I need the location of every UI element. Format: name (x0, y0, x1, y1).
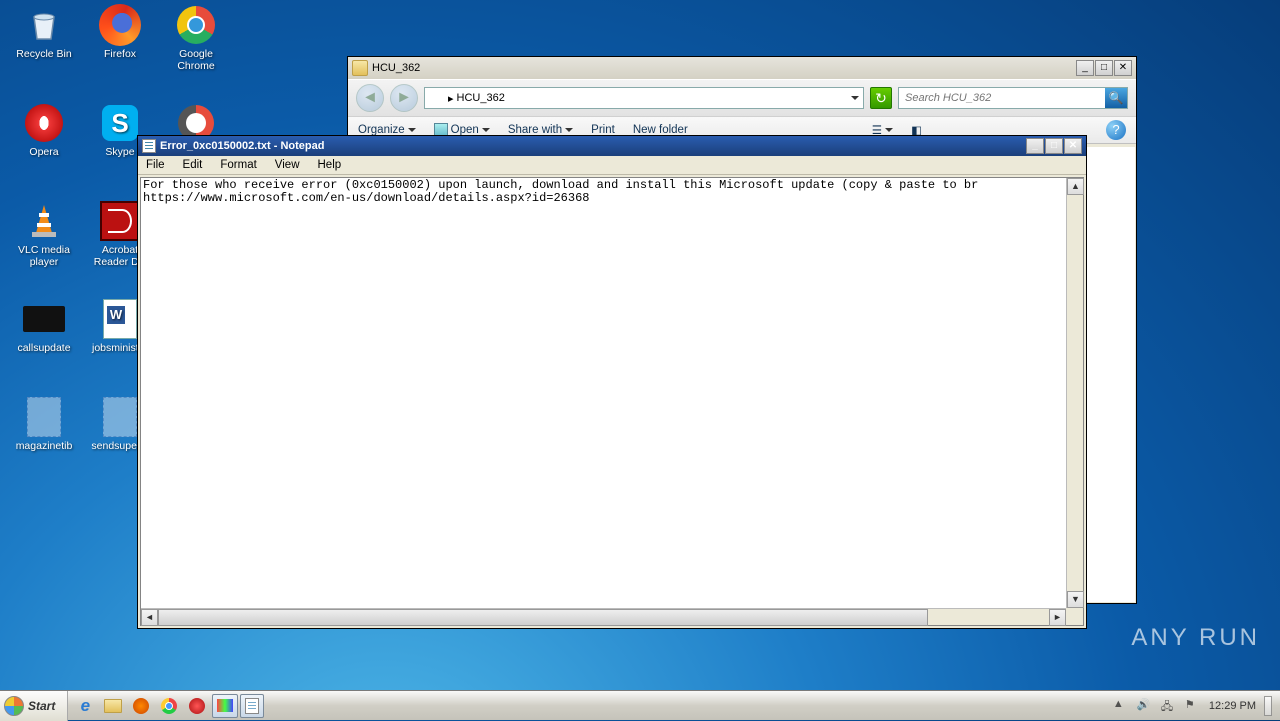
vertical-scrollbar[interactable]: ▲ ▼ (1066, 178, 1083, 608)
menu-file[interactable]: File (142, 159, 169, 171)
maximize-button[interactable]: □ (1095, 60, 1113, 76)
blank-icon (23, 396, 65, 438)
scroll-left-icon[interactable]: ◄ (141, 609, 158, 626)
scroll-right-icon[interactable]: ► (1049, 609, 1066, 626)
task-explorer[interactable] (212, 694, 238, 718)
explorer-icon[interactable] (100, 694, 126, 718)
chevron-up-icon[interactable]: ▲ (1113, 698, 1129, 714)
network-icon[interactable]: 🖧 (1161, 698, 1177, 714)
address-bar[interactable]: ▸ HCU_362 (424, 87, 864, 109)
show-desktop-button[interactable] (1264, 696, 1272, 716)
bat-icon (23, 298, 65, 340)
close-button[interactable]: ✕ (1114, 60, 1132, 76)
desktop-icon-vlc-media-player[interactable]: VLC media player (12, 200, 76, 286)
acrobat-icon (99, 200, 141, 242)
explorer-title: HCU_362 (372, 62, 420, 74)
desktop-icon-google-chrome[interactable]: Google Chrome (164, 4, 228, 90)
watermark: ANY RUN (1131, 624, 1260, 652)
chrome-icon[interactable] (156, 694, 182, 718)
ie-icon[interactable]: e (72, 694, 98, 718)
firefox-icon (99, 4, 141, 46)
scroll-thumb[interactable] (158, 609, 928, 626)
folder-icon (429, 91, 445, 105)
address-dropdown-icon[interactable] (851, 96, 859, 100)
horizontal-scrollbar[interactable]: ◄ ► (141, 608, 1066, 625)
skype-icon: S (99, 102, 141, 144)
folder-icon (352, 60, 368, 76)
desktop-icon-opera[interactable]: Opera (12, 102, 76, 188)
notepad-window[interactable]: Error_0xc0150002.txt - Notepad _ □ ✕ Fil… (137, 135, 1087, 629)
menu-format[interactable]: Format (216, 159, 260, 171)
flag-icon[interactable]: ⚑ (1185, 698, 1201, 714)
refresh-button[interactable]: ↻ (870, 87, 892, 109)
help-button[interactable]: ? (1106, 120, 1126, 140)
notepad-textarea[interactable]: For those who receive error (0xc0150002)… (140, 177, 1084, 626)
taskbar: Start e ▲ 🔊 🖧 ⚑ 12:29 PM (0, 690, 1280, 720)
address-path: HCU_362 (457, 92, 505, 104)
word-icon: W (99, 298, 141, 340)
task-notepad[interactable] (240, 694, 264, 718)
explorer-navbar: ◄ ► ▸ HCU_362 ↻ 🔍 (348, 79, 1136, 116)
volume-icon[interactable]: 🔊 (1137, 698, 1153, 714)
maximize-button[interactable]: □ (1045, 138, 1063, 154)
notepad-icon (142, 139, 156, 153)
explorer-titlebar[interactable]: HCU_362 _ □ ✕ (348, 57, 1136, 79)
chrome-icon (175, 4, 217, 46)
minimize-button[interactable]: _ (1026, 138, 1044, 154)
blank-icon (99, 396, 141, 438)
desktop-icon-firefox[interactable]: Firefox (88, 4, 152, 90)
desktop-icon-label: callsupdate (17, 343, 70, 355)
scroll-down-icon[interactable]: ▼ (1067, 591, 1084, 608)
scroll-up-icon[interactable]: ▲ (1067, 178, 1084, 195)
menu-edit[interactable]: Edit (179, 159, 207, 171)
vlc-icon (23, 200, 65, 242)
menu-view[interactable]: View (271, 159, 304, 171)
desktop-icon-label: VLC media player (12, 245, 76, 268)
desktop-icon-label: Recycle Bin (16, 49, 71, 61)
system-tray: ▲ 🔊 🖧 ⚑ 12:29 PM (1105, 691, 1280, 720)
windows-logo-icon (4, 696, 24, 716)
desktop: Recycle Bin Firefox Google Chrome Opera S Sky… (0, 0, 1280, 690)
menu-help[interactable]: Help (314, 159, 346, 171)
desktop-icon-label: Opera (29, 147, 58, 159)
desktop-icon-recycle-bin[interactable]: Recycle Bin (12, 4, 76, 90)
scroll-corner (1066, 608, 1083, 625)
desktop-icon-label: magazinetib (16, 441, 73, 453)
desktop-icon-label: Skype (105, 147, 134, 159)
notepad-titlebar[interactable]: Error_0xc0150002.txt - Notepad _ □ ✕ (138, 136, 1086, 156)
back-button[interactable]: ◄ (356, 84, 384, 112)
desktop-icon-label: Google Chrome (164, 49, 228, 72)
forward-button[interactable]: ► (390, 84, 418, 112)
quick-launch: e (68, 691, 268, 720)
media-player-icon[interactable] (128, 694, 154, 718)
opera-icon[interactable] (184, 694, 210, 718)
minimize-button[interactable]: _ (1076, 60, 1094, 76)
close-button[interactable]: ✕ (1064, 138, 1082, 154)
desktop-icon-callsupdate[interactable]: callsupdate (12, 298, 76, 384)
start-button[interactable]: Start (0, 691, 68, 721)
desktop-icon-label: Firefox (104, 49, 136, 61)
search-button[interactable]: 🔍 (1105, 88, 1127, 108)
desktop-icon-magazinetib[interactable]: magazinetib (12, 396, 76, 482)
clock[interactable]: 12:29 PM (1209, 700, 1256, 712)
recycle-icon (23, 4, 65, 46)
notepad-title: Error_0xc0150002.txt - Notepad (160, 140, 324, 152)
opera-icon (23, 102, 65, 144)
notepad-menubar: File Edit Format View Help (138, 156, 1086, 175)
search-input[interactable] (899, 92, 1105, 104)
notepad-content[interactable]: For those who receive error (0xc0150002)… (141, 178, 1083, 206)
search-box[interactable]: 🔍 (898, 87, 1128, 109)
